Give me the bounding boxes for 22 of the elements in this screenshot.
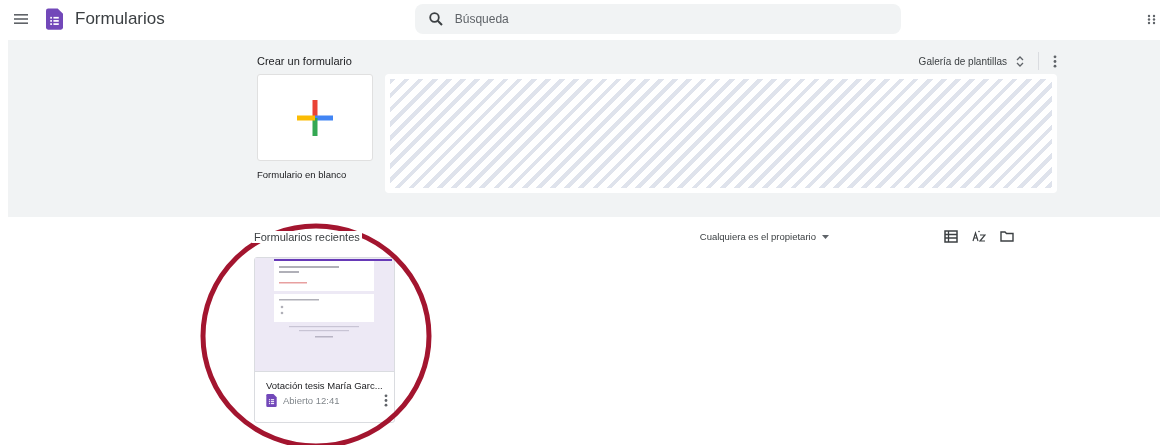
menu-icon[interactable] [14, 13, 28, 25]
forms-icon [266, 394, 277, 407]
unfold-icon [1016, 55, 1024, 67]
more-icon[interactable] [384, 394, 388, 407]
caret-icon [821, 234, 829, 239]
forms-icon [46, 8, 63, 30]
sort-icon[interactable] [972, 230, 986, 243]
opened-time: Abierto 12:41 [283, 395, 340, 406]
folder-icon[interactable] [1000, 230, 1014, 243]
more-icon[interactable] [1053, 54, 1057, 68]
section-heading: Crear un formulario [257, 55, 352, 67]
apps-icon[interactable] [1147, 13, 1156, 25]
card-label: Formulario en blanco [257, 169, 348, 180]
app-title: Formularios [75, 9, 165, 29]
form-title: Votación tesis María Garc... [266, 380, 384, 391]
list-view-icon[interactable] [944, 230, 958, 243]
template-gallery-button[interactable]: Galería de plantillas [918, 55, 1024, 67]
plus-icon [295, 97, 335, 138]
owner-filter-dropdown[interactable]: Cualquiera es el propietario [699, 231, 829, 242]
form-card[interactable]: Votación tesis María Garc... Abierto 12:41 [254, 257, 395, 423]
section-heading: Formularios recientes [252, 230, 362, 243]
search-field[interactable]: Búsqueda [414, 4, 901, 34]
